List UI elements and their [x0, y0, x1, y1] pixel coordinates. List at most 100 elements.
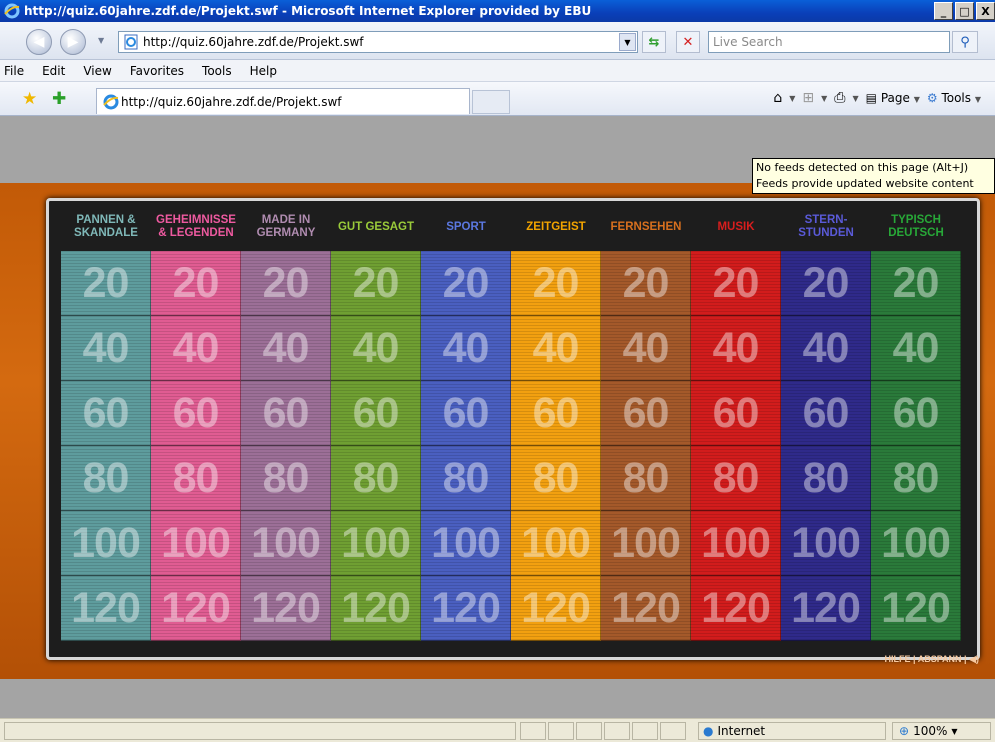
- question-tile[interactable]: 20: [781, 251, 871, 316]
- question-tile[interactable]: 40: [151, 316, 241, 381]
- question-tile[interactable]: 60: [151, 381, 241, 446]
- question-tile[interactable]: 20: [691, 251, 781, 316]
- question-tile[interactable]: 120: [331, 576, 421, 641]
- question-tile[interactable]: 60: [421, 381, 511, 446]
- search-button[interactable]: ⚲: [952, 31, 978, 53]
- menu-view[interactable]: View: [83, 64, 111, 78]
- question-tile[interactable]: 40: [871, 316, 961, 381]
- question-tile[interactable]: 60: [331, 381, 421, 446]
- menu-help[interactable]: Help: [250, 64, 277, 78]
- question-tile[interactable]: 60: [871, 381, 961, 446]
- question-tile[interactable]: 80: [421, 446, 511, 511]
- status-text-area: [4, 722, 516, 740]
- question-tile[interactable]: 120: [61, 576, 151, 641]
- new-tab-button[interactable]: [472, 90, 510, 114]
- question-tile[interactable]: 40: [691, 316, 781, 381]
- question-tile[interactable]: 60: [691, 381, 781, 446]
- question-tile[interactable]: 100: [871, 511, 961, 576]
- question-tile[interactable]: 120: [871, 576, 961, 641]
- question-tile[interactable]: 100: [511, 511, 601, 576]
- question-tile[interactable]: 20: [871, 251, 961, 316]
- print-icon[interactable]: ⎙: [834, 90, 845, 106]
- question-tile[interactable]: 120: [511, 576, 601, 641]
- zoom-level: 100%: [913, 724, 948, 738]
- question-tile[interactable]: 20: [331, 251, 421, 316]
- question-tile[interactable]: 120: [421, 576, 511, 641]
- browser-tab[interactable]: http://quiz.60jahre.zdf.de/Projekt.swf: [96, 88, 470, 114]
- menu-favorites[interactable]: Favorites: [130, 64, 184, 78]
- question-tile[interactable]: 100: [781, 511, 871, 576]
- tools-menu-button[interactable]: ⚙ Tools ▼: [927, 91, 981, 105]
- question-tile[interactable]: 60: [601, 381, 691, 446]
- question-tile[interactable]: 100: [601, 511, 691, 576]
- window-title: http://quiz.60jahre.zdf.de/Projekt.swf -…: [24, 4, 592, 18]
- question-tile[interactable]: 60: [61, 381, 151, 446]
- recent-pages-dropdown-icon[interactable]: ▼: [98, 36, 104, 45]
- question-tile[interactable]: 80: [691, 446, 781, 511]
- menu-file[interactable]: File: [4, 64, 24, 78]
- refresh-button[interactable]: ⇆: [642, 31, 666, 53]
- question-tile[interactable]: 80: [781, 446, 871, 511]
- address-dropdown-icon[interactable]: ▼: [619, 33, 636, 51]
- question-tile[interactable]: 60: [241, 381, 331, 446]
- status-bar: ● Internet ⊕ 100% ▼: [0, 718, 995, 742]
- question-tile[interactable]: 40: [511, 316, 601, 381]
- favorites-bar: ★ ✚ http://quiz.60jahre.zdf.de/Projekt.s…: [0, 82, 995, 116]
- print-dropdown-icon[interactable]: ▼: [852, 94, 858, 103]
- question-tile[interactable]: 40: [421, 316, 511, 381]
- question-tile[interactable]: 20: [601, 251, 691, 316]
- question-tile[interactable]: 40: [601, 316, 691, 381]
- maximize-button[interactable]: □: [955, 2, 974, 20]
- question-tile[interactable]: 100: [241, 511, 331, 576]
- question-tile[interactable]: 60: [511, 381, 601, 446]
- security-zone[interactable]: ● Internet: [698, 722, 886, 740]
- tooltip-line-1: No feeds detected on this page (Alt+J): [756, 161, 969, 174]
- question-tile[interactable]: 120: [781, 576, 871, 641]
- question-tile[interactable]: 100: [421, 511, 511, 576]
- question-tile[interactable]: 20: [421, 251, 511, 316]
- home-dropdown-icon[interactable]: ▼: [789, 94, 795, 103]
- question-tile[interactable]: 100: [691, 511, 781, 576]
- question-tile[interactable]: 80: [61, 446, 151, 511]
- question-tile[interactable]: 20: [241, 251, 331, 316]
- menu-edit[interactable]: Edit: [42, 64, 65, 78]
- question-tile[interactable]: 40: [241, 316, 331, 381]
- back-button[interactable]: ◀: [26, 29, 52, 55]
- minimize-button[interactable]: _: [934, 2, 953, 20]
- question-tile[interactable]: 120: [151, 576, 241, 641]
- quiz-footer-links[interactable]: HILFE | ABSPANN | ◀): [885, 654, 979, 665]
- question-tile[interactable]: 80: [241, 446, 331, 511]
- search-input[interactable]: Live Search: [708, 31, 950, 53]
- question-tile[interactable]: 80: [601, 446, 691, 511]
- stop-button[interactable]: ✕: [676, 31, 700, 53]
- question-tile[interactable]: 60: [781, 381, 871, 446]
- question-tile[interactable]: 120: [241, 576, 331, 641]
- zoom-control[interactable]: ⊕ 100% ▼: [892, 722, 991, 740]
- feeds-dropdown-icon[interactable]: ▼: [821, 94, 827, 103]
- feeds-icon[interactable]: ⊞: [802, 90, 814, 106]
- favorites-star-icon[interactable]: ★: [22, 89, 37, 109]
- question-tile[interactable]: 80: [151, 446, 241, 511]
- forward-button[interactable]: ▶: [60, 29, 86, 55]
- question-tile[interactable]: 100: [151, 511, 241, 576]
- home-icon[interactable]: ⌂: [773, 90, 782, 106]
- question-tile[interactable]: 120: [691, 576, 781, 641]
- menu-tools[interactable]: Tools: [202, 64, 232, 78]
- question-tile[interactable]: 120: [601, 576, 691, 641]
- question-tile[interactable]: 40: [781, 316, 871, 381]
- page-menu-button[interactable]: ▤ Page ▼: [866, 91, 920, 105]
- question-tile[interactable]: 20: [511, 251, 601, 316]
- status-slot: [576, 722, 602, 740]
- question-tile[interactable]: 80: [511, 446, 601, 511]
- question-tile[interactable]: 20: [151, 251, 241, 316]
- question-tile[interactable]: 40: [331, 316, 421, 381]
- question-tile[interactable]: 20: [61, 251, 151, 316]
- question-tile[interactable]: 40: [61, 316, 151, 381]
- close-button[interactable]: X: [976, 2, 995, 20]
- address-bar[interactable]: http://quiz.60jahre.zdf.de/Projekt.swf ▼: [118, 31, 638, 53]
- question-tile[interactable]: 80: [871, 446, 961, 511]
- question-tile[interactable]: 100: [61, 511, 151, 576]
- add-favorite-icon[interactable]: ✚: [52, 89, 66, 109]
- question-tile[interactable]: 100: [331, 511, 421, 576]
- question-tile[interactable]: 80: [331, 446, 421, 511]
